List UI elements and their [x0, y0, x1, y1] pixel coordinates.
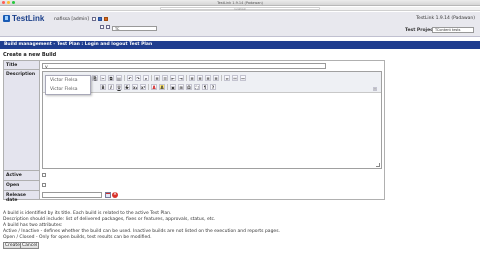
mention-dropdown: Victor Flelsa Victor Flelsa [45, 75, 91, 95]
version-label: TestLink 1.9.14 (Padawan) [416, 16, 475, 21]
subscript-icon[interactable]: x₂ [132, 84, 138, 90]
underline-icon[interactable]: U [116, 84, 122, 90]
collapse-toolbar-icon[interactable]: ▾ [373, 87, 377, 91]
find-icon[interactable]: ⌕ [143, 75, 149, 81]
open-label: Open [4, 181, 40, 191]
help-icon[interactable] [98, 17, 102, 21]
active-checkbox[interactable] [42, 173, 46, 177]
window-title: TestLink 1.9.14 (Padawan) [217, 1, 263, 5]
user-label: nafissa [admin] [54, 17, 89, 22]
strikethrough-icon[interactable]: S [124, 84, 130, 90]
align-center-icon[interactable]: ≡ [197, 75, 203, 81]
undo-icon[interactable]: ↶ [127, 75, 133, 81]
align-left-icon[interactable]: ≡ [189, 75, 195, 81]
toolbar-separator [167, 84, 168, 90]
toolbar-separator [186, 75, 187, 81]
superscript-icon[interactable]: x² [140, 84, 146, 90]
browser-url-row: localhost [0, 7, 480, 11]
requirements-icon[interactable] [106, 25, 110, 29]
test-project-select[interactable]: TContent tests [432, 27, 474, 33]
outdent-icon[interactable]: ⇤ [170, 75, 176, 81]
window-titlebar: TestLink 1.9.14 (Padawan) [0, 0, 480, 6]
test-project-label: Test Project [405, 28, 435, 33]
clear-date-icon[interactable]: × [112, 192, 118, 198]
description-label: Description [4, 70, 40, 171]
testlink-logo-icon[interactable] [3, 15, 10, 22]
redo-icon[interactable]: ↷ [135, 75, 141, 81]
italic-icon[interactable]: I [108, 84, 114, 90]
logout-icon[interactable] [104, 17, 108, 21]
about-icon[interactable]: ? [210, 84, 216, 90]
breadcrumb: Build management - Test Plan : Login and… [0, 41, 480, 49]
bullet-list-icon[interactable]: ☰ [162, 75, 168, 81]
toolbar-separator [221, 75, 222, 81]
section-title: Create a new Build [3, 52, 57, 58]
table-icon[interactable]: ⊞ [178, 84, 184, 90]
testcase-search-input[interactable]: TC [112, 26, 157, 31]
active-label: Active [4, 171, 40, 181]
title-label: Title [4, 61, 40, 70]
source-icon[interactable]: ⎘ [92, 75, 98, 81]
address-bar[interactable]: localhost [160, 7, 320, 11]
cancel-button[interactable]: Cancel [20, 242, 40, 249]
title-input[interactable] [42, 63, 326, 69]
show-blocks-icon[interactable]: ¶ [202, 84, 208, 90]
indent-icon[interactable]: ⇥ [178, 75, 184, 81]
paste-icon[interactable]: ▤ [116, 75, 122, 81]
user-profile-icon[interactable] [92, 17, 96, 21]
release-date-input[interactable] [42, 192, 102, 198]
release-date-label: Release date [4, 191, 40, 203]
image-icon[interactable]: ▣ [170, 84, 176, 90]
unlink-icon[interactable]: ⚯ [232, 75, 238, 81]
testlink-logo-text[interactable]: TestLink [12, 14, 44, 23]
testlink-header: TestLink nafissa [admin] TC TestLink 1.9… [0, 12, 480, 37]
align-right-icon[interactable]: ≡ [205, 75, 211, 81]
cut-icon[interactable]: ✂ [100, 75, 106, 81]
bold-icon[interactable]: B [100, 84, 106, 90]
maximize-icon[interactable]: ⛶ [194, 84, 200, 90]
desktop-icon[interactable] [100, 25, 104, 29]
editor-toolbar: ⎘ ✂ ⧉ ▤ ↶ ↷ ⌕ ≡ ☰ ⇤ ⇥ ≡ ≡ ≡ ≡ ∞ ⚯ — B I … [43, 72, 381, 93]
toolbar-separator [124, 75, 125, 81]
calendar-icon[interactable] [105, 192, 111, 198]
numbered-list-icon[interactable]: ≡ [154, 75, 160, 81]
editor-content-area[interactable] [43, 94, 381, 169]
open-checkbox[interactable] [42, 183, 46, 187]
help-notes: A build is identified by its title. Each… [3, 211, 280, 241]
link-icon[interactable]: ∞ [224, 75, 230, 81]
dropdown-item[interactable]: Victor Flelsa [50, 87, 77, 92]
toolbar-separator [151, 75, 152, 81]
text-color-icon[interactable]: A [151, 84, 157, 90]
resize-grip-icon[interactable] [376, 163, 380, 167]
special-char-icon[interactable]: Ω [186, 84, 192, 90]
build-form: Title Description ⎘ ✂ ⧉ ▤ ↶ ↷ ⌕ ≡ ☰ ⇤ ⇥ … [3, 60, 385, 203]
toolbar-separator [148, 84, 149, 90]
background-color-icon[interactable]: A [159, 84, 165, 90]
copy-icon[interactable]: ⧉ [108, 75, 114, 81]
description-editor[interactable]: ⎘ ✂ ⧉ ▤ ↶ ↷ ⌕ ≡ ☰ ⇤ ⇥ ≡ ≡ ≡ ≡ ∞ ⚯ — B I … [42, 71, 382, 169]
note-line: Open / Closed - Only for open builds, te… [3, 235, 152, 240]
dropdown-item[interactable]: Victor Flelsa [50, 78, 77, 83]
justify-icon[interactable]: ≡ [213, 75, 219, 81]
horizontal-rule-icon[interactable]: — [240, 75, 246, 81]
